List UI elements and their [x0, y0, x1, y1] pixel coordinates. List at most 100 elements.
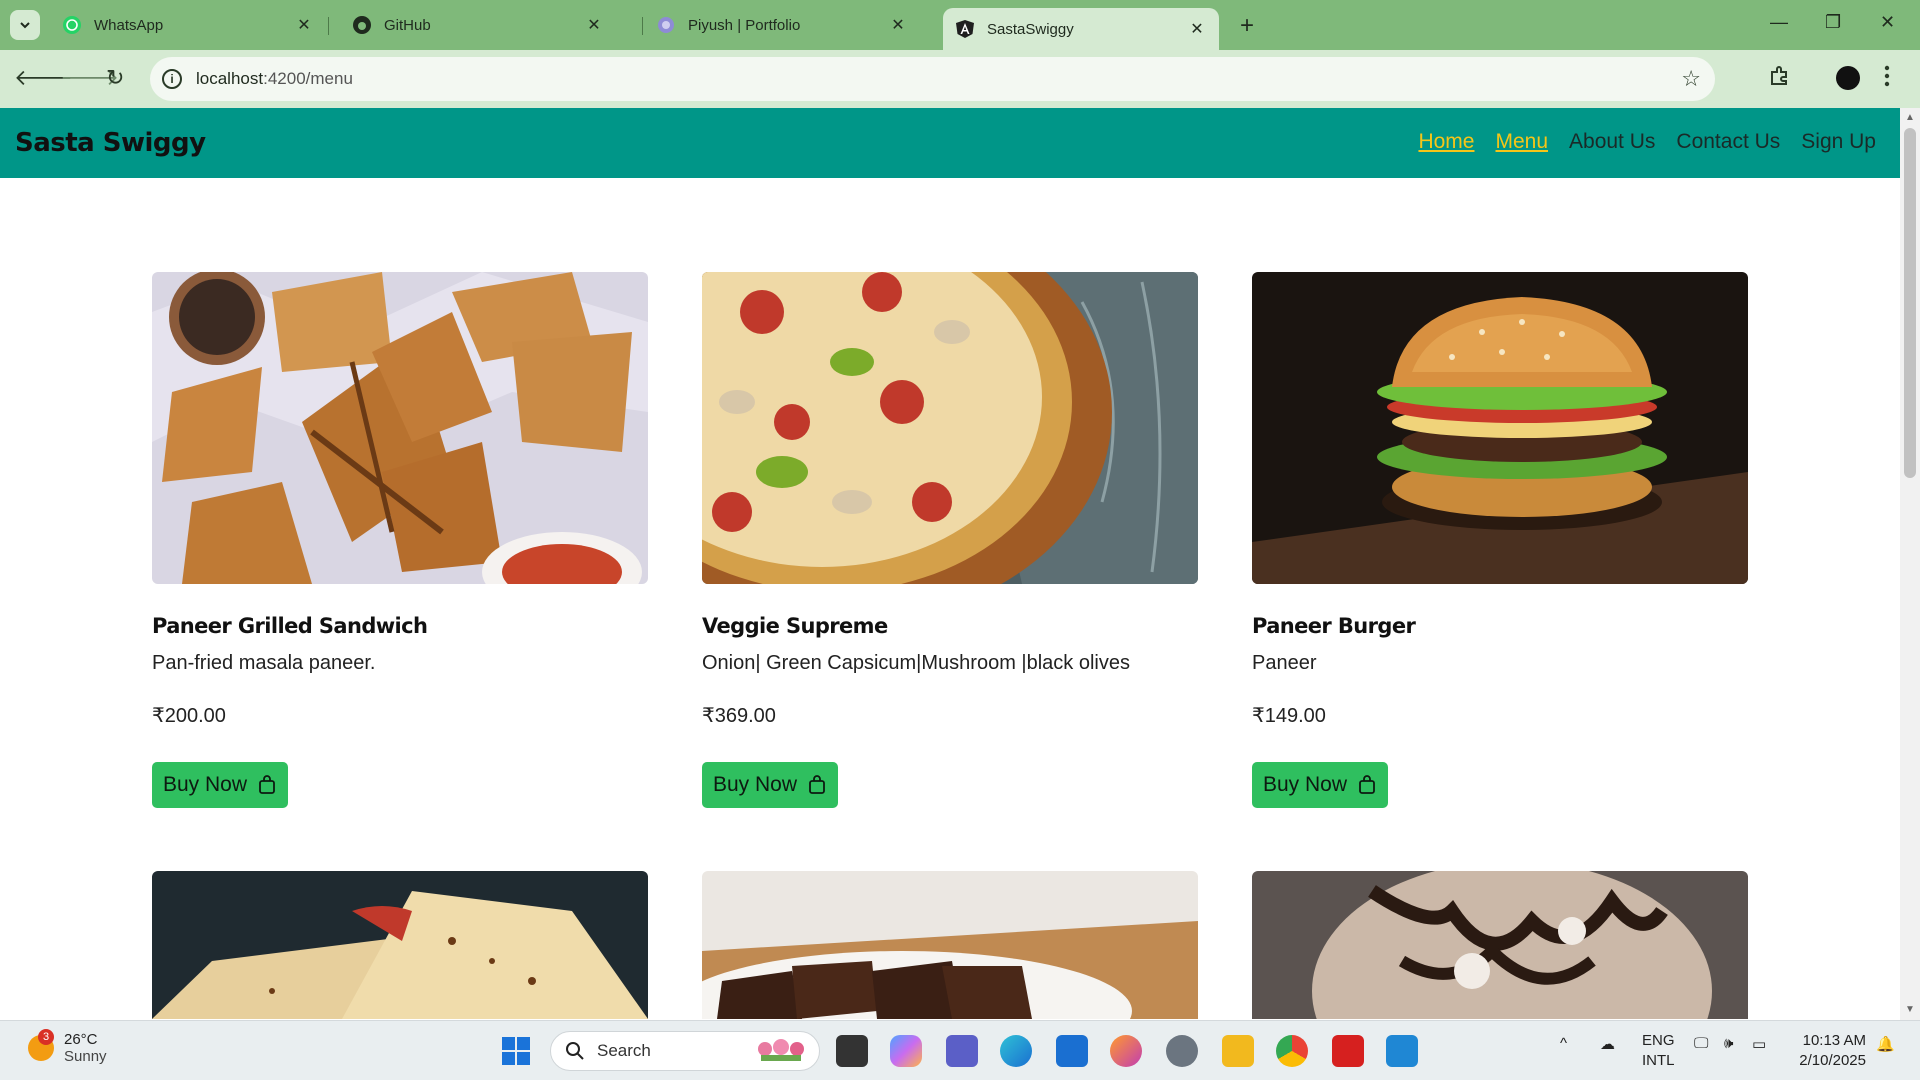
portfolio-icon [656, 15, 676, 35]
search-icon [566, 1042, 584, 1060]
teams-icon[interactable] [946, 1035, 978, 1067]
nav-links: Home Menu About Us Contact Us Sign Up [1418, 130, 1876, 154]
item-description: Paneer [1252, 652, 1317, 674]
tab-portfolio[interactable]: Piyush | Portfolio ✕ [644, 8, 920, 42]
profile-avatar[interactable] [1836, 66, 1860, 90]
network-icon[interactable]: 🖵 [1694, 1035, 1708, 1052]
nav-sign-up[interactable]: Sign Up [1801, 130, 1876, 154]
firefox-icon[interactable] [1110, 1035, 1142, 1067]
onedrive-icon[interactable]: ☁ [1600, 1035, 1615, 1053]
copilot-icon[interactable] [890, 1035, 922, 1067]
windows-taskbar: 3 26°C Sunny Search ^ ☁ ENG INTL 🖵 🕪 ▭ 1… [0, 1020, 1920, 1080]
wrap-image [152, 871, 648, 1019]
chevron-down-icon [20, 22, 30, 29]
browser-toolbar: 🡐 🡒 ↻ i localhost:4200/menu ☆ [0, 50, 1920, 108]
nav-home[interactable]: Home [1418, 130, 1474, 154]
extensions-icon[interactable] [1768, 64, 1792, 93]
menu-dots-icon[interactable] [1884, 64, 1890, 93]
page-scrollbar[interactable]: ▲ ▼ [1900, 108, 1920, 1020]
nav-menu[interactable]: Menu [1495, 130, 1548, 154]
tab-github[interactable]: GitHub ✕ [340, 8, 616, 42]
tab-sastaswiggy[interactable]: SastaSwiggy ✕ [943, 8, 1219, 50]
close-icon[interactable]: ✕ [294, 15, 314, 35]
address-bar[interactable]: i localhost:4200/menu ☆ [150, 57, 1715, 101]
tab-title: Piyush | Portfolio [688, 16, 801, 34]
shopping-bag-icon [809, 775, 825, 794]
sun-icon: 3 [28, 1029, 54, 1061]
brand-logo[interactable]: Sasta Swiggy [15, 128, 206, 158]
github-icon [352, 15, 372, 35]
battery-icon[interactable]: ▭ [1752, 1035, 1766, 1053]
file-explorer-icon[interactable] [1222, 1035, 1254, 1067]
lang-layout: INTL [1642, 1052, 1675, 1069]
settings-gear-icon[interactable] [1166, 1035, 1198, 1067]
edge-icon[interactable] [1000, 1035, 1032, 1067]
browser-tab-bar: WhatsApp ✕ GitHub ✕ Piyush | Portfolio ✕… [0, 0, 1920, 50]
nav-contact-us[interactable]: Contact Us [1676, 130, 1780, 154]
app-navbar: Sasta Swiggy Home Menu About Us Contact … [0, 108, 1900, 178]
buy-now-button[interactable]: Buy Now [702, 762, 838, 808]
task-view-icon[interactable] [836, 1035, 868, 1067]
menu-card: Veggie Supreme Onion| Green Capsicum|Mus… [702, 272, 1198, 808]
item-price: ₹149.00 [1252, 705, 1326, 727]
item-description: Pan-fried masala paneer. [152, 652, 376, 674]
clock-date: 2/10/2025 [1799, 1052, 1866, 1069]
item-price: ₹369.00 [702, 705, 776, 727]
acrobat-icon[interactable] [1332, 1035, 1364, 1067]
bookmark-star-icon[interactable]: ☆ [1681, 66, 1701, 92]
vscode-icon[interactable] [1386, 1035, 1418, 1067]
item-description: Onion| Green Capsicum|Mushroom |black ol… [702, 652, 1130, 674]
flowers-icon [758, 1039, 804, 1061]
menu-card [152, 871, 648, 1019]
notification-bell-icon[interactable]: 🔔 [1876, 1035, 1895, 1053]
close-icon[interactable]: ✕ [1187, 19, 1207, 39]
clock-time: 10:13 AM [1802, 1032, 1866, 1049]
menu-card: Paneer Grilled Sandwich Pan-fried masala… [152, 272, 648, 808]
menu-card: Paneer Burger Paneer ₹149.00 Buy Now [1252, 272, 1748, 808]
shopping-bag-icon [259, 775, 275, 794]
windows-start-icon[interactable] [500, 1035, 532, 1067]
dessert-image [1252, 871, 1748, 1019]
whatsapp-icon [62, 15, 82, 35]
scrollbar-thumb[interactable] [1904, 128, 1916, 478]
item-name: Paneer Grilled Sandwich [152, 614, 428, 638]
close-icon[interactable]: ✕ [888, 15, 908, 35]
chevron-up-icon[interactable]: ^ [1560, 1035, 1567, 1052]
restore-button[interactable]: ❐ [1825, 12, 1841, 33]
sandwich-image [152, 272, 648, 584]
buy-now-label: Buy Now [712, 773, 798, 796]
system-clock[interactable]: 10:13 AM 2/10/2025 [1799, 1031, 1866, 1071]
volume-icon[interactable]: 🕪 [1724, 1035, 1733, 1052]
lang-code: ENG [1642, 1032, 1675, 1049]
item-name: Paneer Burger [1252, 614, 1416, 638]
shopping-bag-icon [1359, 775, 1375, 794]
item-price: ₹200.00 [152, 705, 226, 727]
reload-button[interactable]: ↻ [106, 65, 124, 91]
buy-now-label: Buy Now [162, 773, 248, 796]
language-indicator[interactable]: ENG INTL [1642, 1031, 1675, 1071]
info-icon[interactable]: i [162, 69, 182, 89]
close-window-button[interactable]: ✕ [1880, 12, 1895, 33]
buy-now-label: Buy Now [1262, 773, 1348, 796]
tab-title: GitHub [384, 16, 431, 34]
scroll-down-arrow[interactable]: ▼ [1905, 1004, 1915, 1015]
nav-about-us[interactable]: About Us [1569, 130, 1655, 154]
url-text[interactable]: localhost:4200/menu [196, 69, 353, 89]
buy-now-button[interactable]: Buy Now [1252, 762, 1388, 808]
angular-icon [955, 19, 975, 39]
tab-whatsapp[interactable]: WhatsApp ✕ [50, 8, 326, 42]
store-icon[interactable] [1056, 1035, 1088, 1067]
close-icon[interactable]: ✕ [584, 15, 604, 35]
new-tab-button[interactable]: + [1240, 12, 1254, 40]
scroll-up-arrow[interactable]: ▲ [1905, 112, 1915, 123]
taskbar-search[interactable]: Search [550, 1031, 820, 1071]
notification-badge: 3 [38, 1029, 54, 1045]
weather-temp: 26°C [64, 1031, 98, 1048]
chrome-icon[interactable] [1276, 1035, 1308, 1067]
minimize-button[interactable]: — [1770, 12, 1788, 33]
menu-card [1252, 871, 1748, 1019]
pizza-image [702, 272, 1198, 584]
buy-now-button[interactable]: Buy Now [152, 762, 288, 808]
tab-search-button[interactable] [10, 10, 40, 40]
weather-widget[interactable]: 3 26°C Sunny [28, 1029, 107, 1065]
